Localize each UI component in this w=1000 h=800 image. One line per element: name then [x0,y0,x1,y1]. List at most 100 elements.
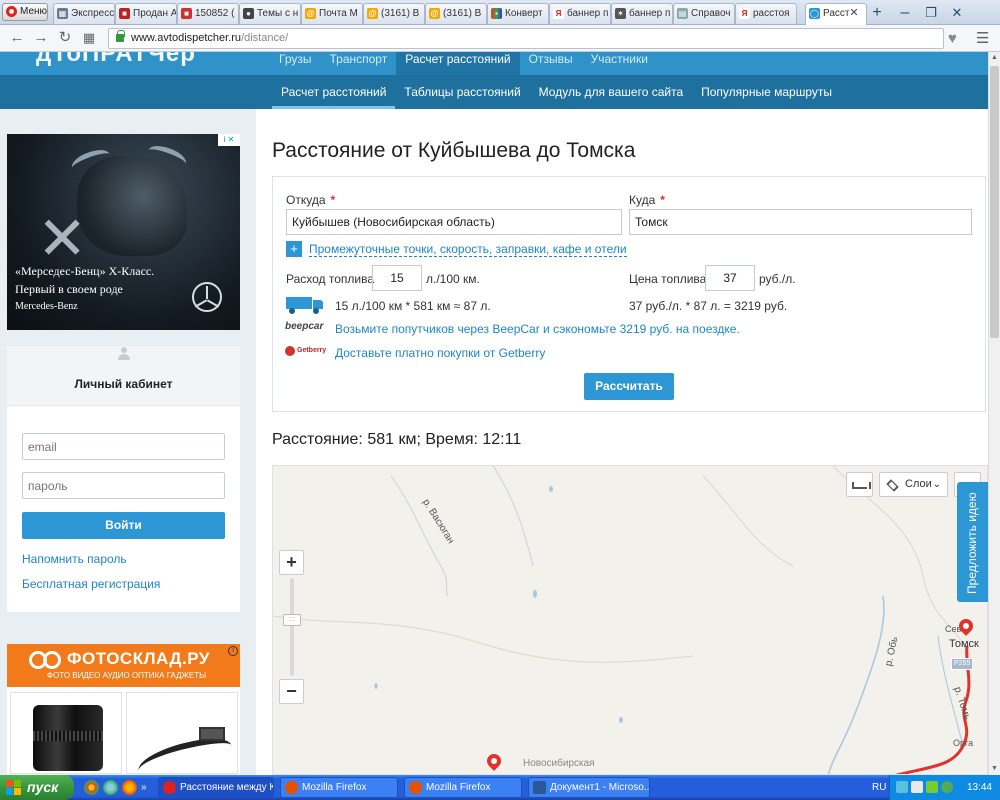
language-indicator[interactable]: RU [872,775,886,800]
address-bar-row: ← → ↻ ▦ www.avtodispetcher.ru/distance/ … [0,25,1000,52]
tab-label: Почта M [319,8,358,19]
fotosklad-ad-banner[interactable]: ФОТОСКЛАД.РУ ФОТО ВИДЕО АУДИО ОПТИКА ГАД… [7,644,240,774]
layers-dropdown[interactable]: Слои ⌄ [879,472,948,497]
taskbar-item-word[interactable]: Документ1 - Microso... [528,777,650,798]
ad-info-icon[interactable]: i [228,646,238,656]
browser-sidebar-icon[interactable]: ☰ [976,29,989,47]
mercedes-ad-banner[interactable]: i ✕ ✕ «Мерседес-Бенц» X-Класс. Первый в … [7,134,240,330]
zoom-in-button[interactable]: + [279,550,304,575]
browser-tab[interactable]: ■ Продан А [115,3,177,24]
browser-tab[interactable]: ▪ Конверт [487,3,549,24]
browser-quicklaunch-icon[interactable] [103,780,118,795]
layers-icon [886,479,899,492]
calculate-button[interactable]: Рассчитать [584,373,674,400]
route-options-link[interactable]: Промежуточные точки, скорость, заправки,… [309,243,627,257]
expand-options-icon[interactable]: + [286,241,302,257]
browser-tab[interactable]: ▤ Справоч [673,3,735,24]
zoom-slider-track[interactable] [290,578,294,676]
to-input[interactable]: Томск [629,209,972,235]
browser-tab[interactable]: @ Почта M [301,3,363,24]
browser-tab[interactable]: ▦ Экспресс [53,3,115,24]
tray-mail-icon[interactable] [911,781,923,793]
tray-network-icon[interactable] [896,781,908,793]
scroll-up-icon[interactable]: ▲ [989,52,1000,64]
sub-nav-bar: Расчет расстояний Таблицы расстояний Мод… [0,75,988,109]
minimize-icon[interactable]: – [894,3,916,23]
chrome-quicklaunch-icon[interactable] [84,780,99,795]
tab-label: Продан А [133,8,177,19]
browser-tab[interactable]: ■ 150852 ( [177,3,239,24]
new-tab-icon[interactable]: + [866,3,888,23]
remind-password-link[interactable]: Напомнить пароль [22,552,127,566]
browser-tab[interactable]: ● Темы с н [239,3,301,24]
opera-menu-button[interactable]: Меню [2,3,48,21]
product-lens[interactable] [10,692,122,774]
browser-tab[interactable]: Ябаннер п [549,3,611,24]
tray-app-icon[interactable] [926,781,938,793]
getberry-link[interactable]: Доставьте платно покупки от Getberry [335,346,545,360]
nav-members[interactable]: Участники [582,52,657,75]
url-input[interactable]: www.avtodispetcher.ru/distance/ [108,28,944,49]
fuel-consumption-input[interactable]: 15 [372,265,422,291]
taskbar-item-firefox-1[interactable]: Mozilla Firefox [280,777,398,798]
taskbar-item-opera[interactable]: Расстояние между К... [158,777,274,798]
subnav-popular-routes[interactable]: Популярные маршруты [692,75,841,109]
window-close-icon[interactable]: ✕ [946,3,968,23]
browser-tab[interactable]: Ярасстоя [735,3,797,24]
beepcar-link[interactable]: Возьмите попутчиков через BeepCar и сэко… [335,322,740,336]
opera-task-icon [163,781,176,794]
login-button[interactable]: Войти [22,512,225,539]
email-field[interactable] [22,433,225,460]
speed-dial-icon[interactable]: ▦ [80,29,98,47]
scrollbar-thumb[interactable] [990,66,999,338]
firefox-quicklaunch-icon[interactable] [122,780,137,795]
subnav-distance-calc[interactable]: Расчет расстояний [272,75,396,109]
distance-result: Расстояние: 581 км; Время: 12:11 [272,431,522,448]
chevron-down-icon: ⌄ [932,479,941,490]
browser-tab[interactable]: @ (3161) В [363,3,425,24]
nav-distance[interactable]: Расчет расстояний [396,52,520,75]
zoom-slider-handle[interactable]: ::: [283,614,301,626]
nav-reviews[interactable]: Отзывы [520,52,582,75]
route-map[interactable]: + ::: − Слои ⌄ р. Васюган р. Обь р. Томь… [272,465,988,775]
close-tab-icon[interactable]: ✕ [843,3,865,23]
scroll-down-icon[interactable]: ▼ [989,763,1000,775]
price-calculation: 37 руб./л. * 87 л. = 3219 руб. [629,299,788,313]
register-link[interactable]: Бесплатная регистрация [22,577,160,591]
quicklaunch-more-icon[interactable]: » [141,780,149,795]
subnav-distance-tables[interactable]: Таблицы расстояний [395,75,529,109]
browser-tab[interactable]: ✶ баннер п [611,3,673,24]
ruler-button[interactable] [846,472,873,497]
from-label: Откуда * [286,193,335,207]
ad-choices-icon[interactable]: i ✕ [218,134,240,146]
fuel-price-input[interactable]: 37 [705,265,755,291]
opera-menu-label: Меню [20,6,48,17]
zoom-out-button[interactable]: − [279,679,304,704]
back-icon[interactable]: ← [8,29,26,47]
start-button[interactable]: пуск [0,775,74,800]
task-label: Mozilla Firefox [302,782,367,793]
bookmark-heart-icon[interactable]: ♥ [948,30,957,47]
subnav-site-module[interactable]: Модуль для вашего сайта [530,75,692,109]
tab-label: (3161) В [443,8,482,19]
ad-brand-name: Mercedes-Benz [15,301,78,312]
road-badge: Р255 [951,658,974,670]
ad-text: «Мерседес-Бенц» X-Класс. Первый в своем … [15,262,154,298]
password-field[interactable] [22,472,225,499]
nav-cargo[interactable]: Грузы [270,52,321,75]
tray-antivirus-icon[interactable] [941,781,953,793]
suggest-idea-tab[interactable]: Предложить идею [957,482,988,602]
nav-transport[interactable]: Транспорт [321,52,397,75]
reload-icon[interactable]: ↻ [56,29,74,47]
map-canvas [273,466,974,774]
product-cable[interactable] [126,692,238,774]
from-label-text: Откуда [286,193,326,207]
from-input[interactable]: Куйбышев (Новосибирская область) [286,209,622,235]
taskbar-item-firefox-2[interactable]: Mozilla Firefox [404,777,522,798]
browser-tab[interactable]: @ (3161) В [425,3,487,24]
site-logo[interactable]: дТоПРАТЧер [36,52,196,68]
required-asterisk: * [660,193,665,207]
forward-icon[interactable]: → [32,29,50,47]
maximize-icon[interactable]: ❐ [920,3,942,23]
page-scrollbar[interactable]: ▲ ▼ [988,52,1000,775]
